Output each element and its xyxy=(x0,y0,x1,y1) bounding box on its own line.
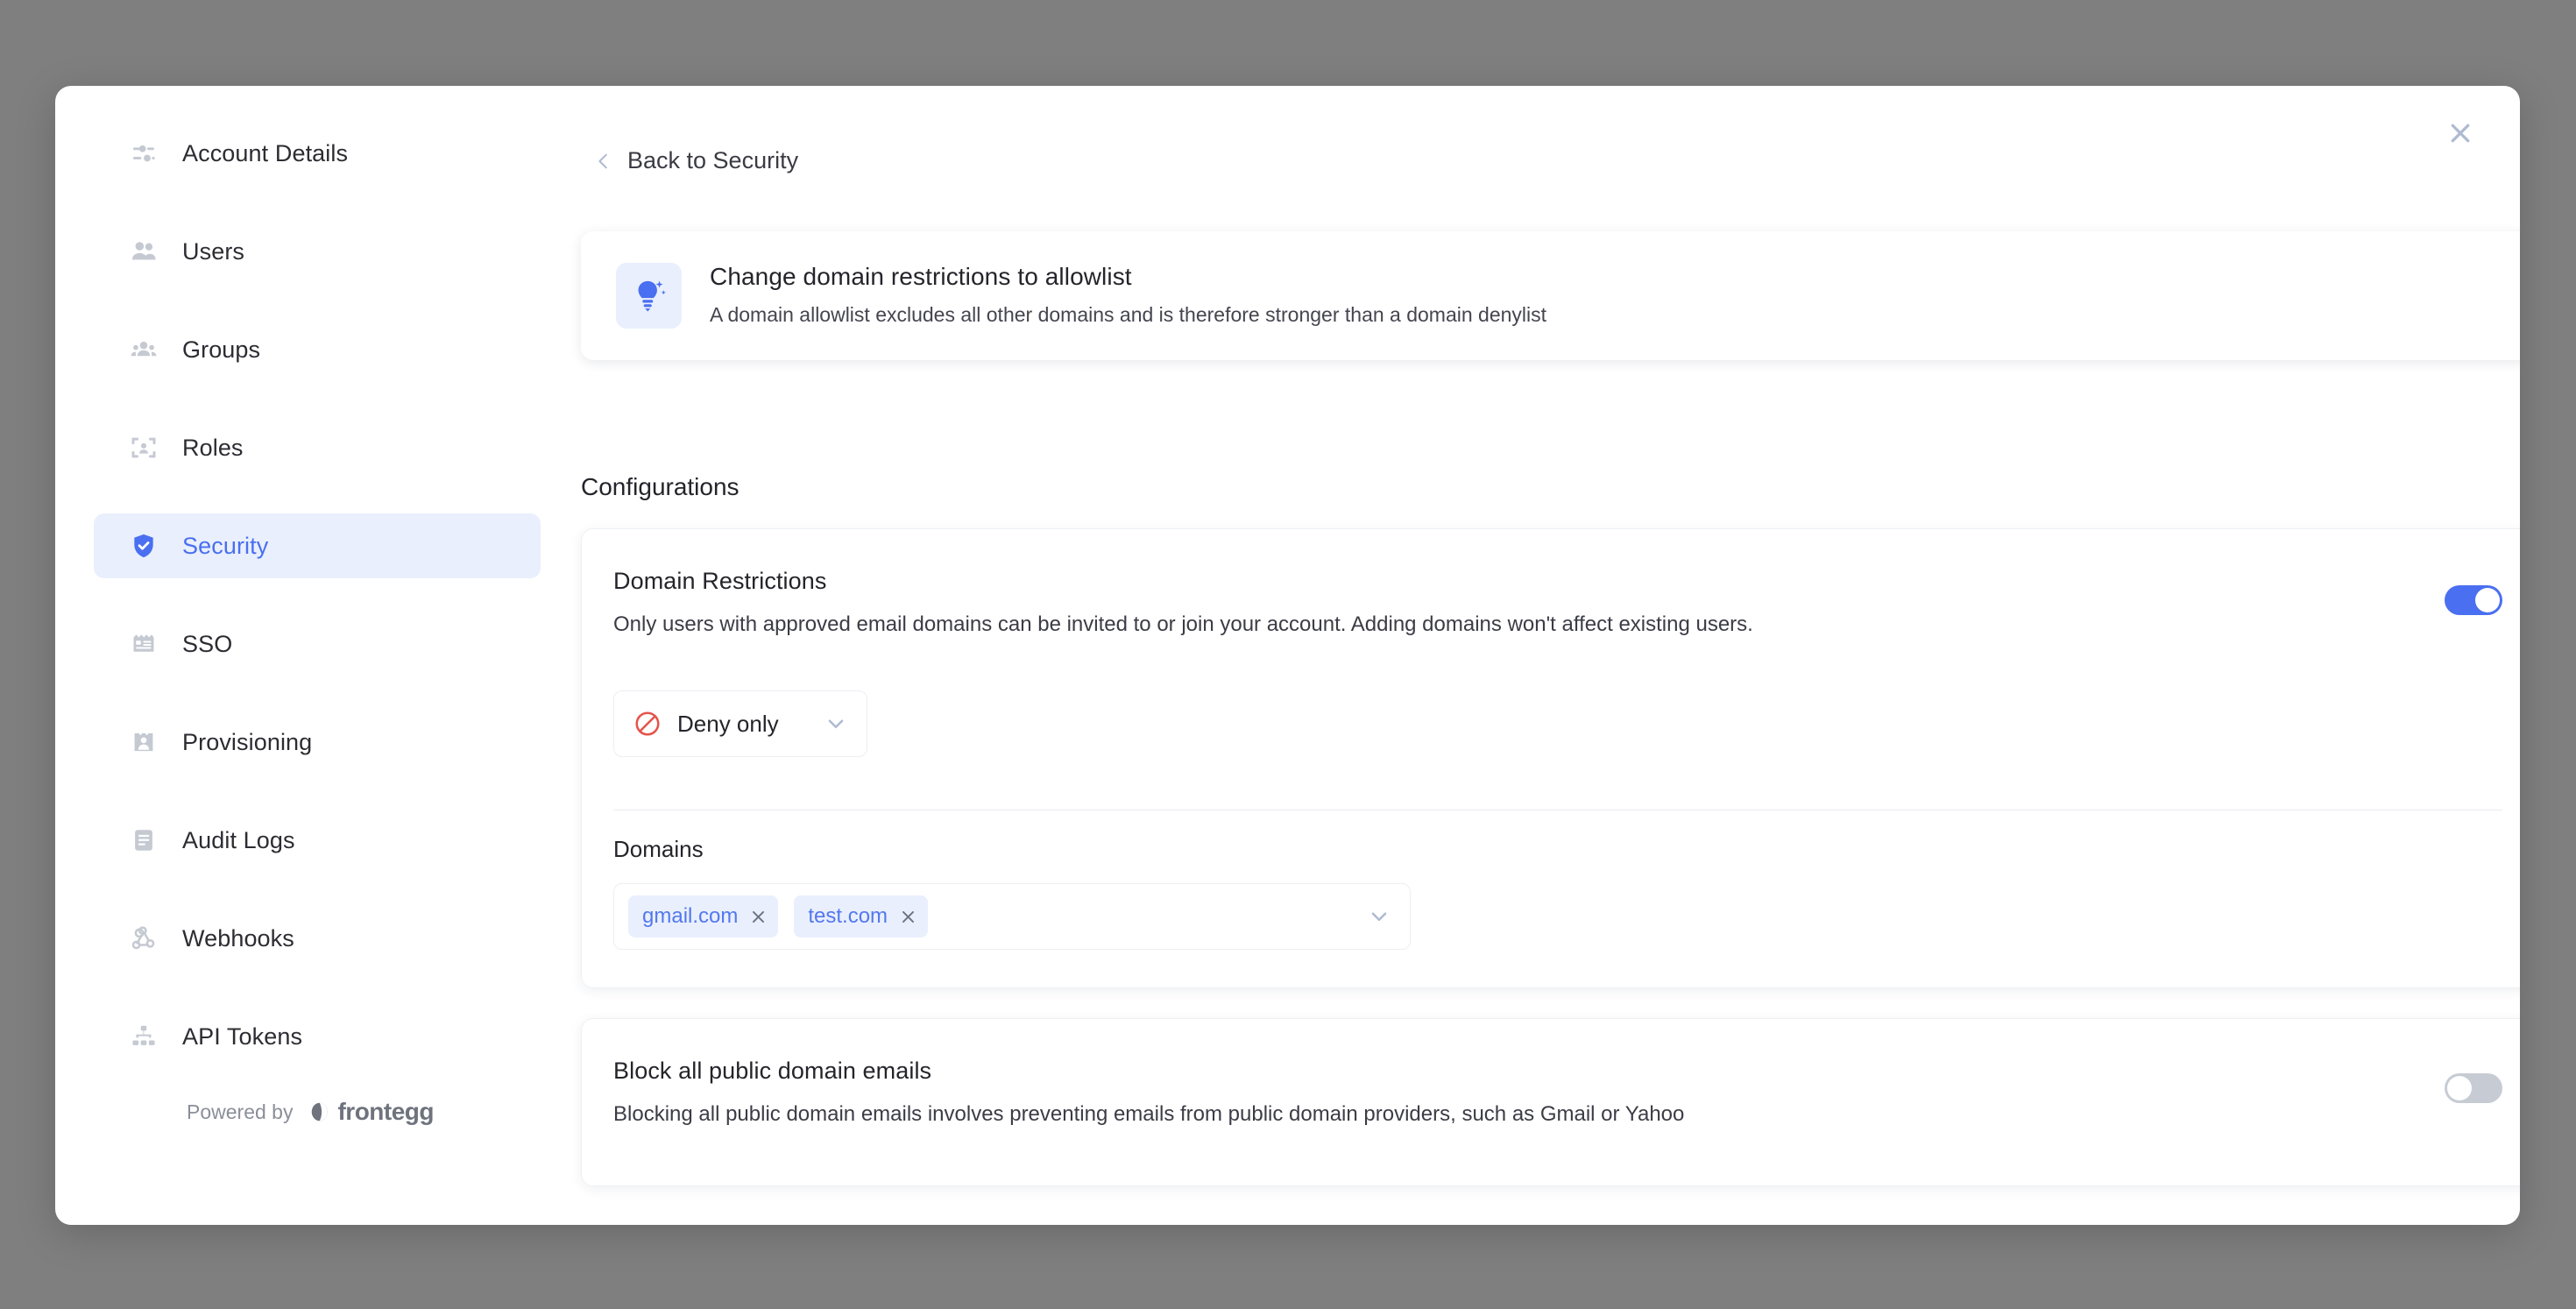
restriction-mode-select[interactable]: Deny only xyxy=(613,690,867,757)
domain-tag-label: test.com xyxy=(808,904,888,929)
close-x-icon[interactable] xyxy=(750,909,767,925)
tip-banner[interactable]: Change domain restrictions to allowlist … xyxy=(581,231,2520,360)
domains-tags-input[interactable]: gmail.com test.com xyxy=(613,883,1411,950)
domain-restrictions-title: Domain Restrictions xyxy=(613,568,2502,595)
back-link-label: Back to Security xyxy=(627,147,798,174)
domain-restrictions-card: Domain Restrictions Only users with appr… xyxy=(581,528,2520,988)
domain-restrictions-toggle[interactable] xyxy=(2445,585,2502,615)
lightbulb-sparkle-icon xyxy=(616,263,682,329)
chevron-down-icon xyxy=(824,712,847,735)
roles-scan-icon xyxy=(129,433,159,463)
settings-modal: Account Details Users Groups xyxy=(55,86,2520,1225)
domain-tag: test.com xyxy=(794,895,928,938)
id-card-icon xyxy=(129,629,159,659)
sidebar-item-label: Security xyxy=(182,533,268,560)
toggle-knob xyxy=(2447,1076,2472,1100)
block-public-title: Block all public domain emails xyxy=(613,1058,2502,1085)
sidebar-item-label: Roles xyxy=(182,435,244,462)
block-public-description: Blocking all public domain emails involv… xyxy=(613,1102,2502,1127)
restriction-mode-value: Deny only xyxy=(677,711,809,738)
domains-label: Domains xyxy=(613,836,704,863)
domains-chevron-down-icon[interactable] xyxy=(1368,905,1391,928)
frontegg-brand-name: frontegg xyxy=(337,1098,434,1126)
sidebar-item-label: SSO xyxy=(182,631,232,658)
provisioning-icon xyxy=(129,727,159,757)
sidebar-item-label: Webhooks xyxy=(182,925,294,952)
sidebar-item-groups[interactable]: Groups xyxy=(94,317,541,382)
powered-by-footer: Powered by frontegg xyxy=(187,1098,434,1126)
frontegg-logo-icon xyxy=(308,1099,334,1125)
sidebar-item-label: API Tokens xyxy=(182,1023,302,1051)
sidebar-item-audit-logs[interactable]: Audit Logs xyxy=(94,808,541,873)
banner-subtitle: A domain allowlist excludes all other do… xyxy=(710,303,1546,327)
sidebar-item-label: Provisioning xyxy=(182,729,312,756)
banner-title: Change domain restrictions to allowlist xyxy=(710,263,1546,291)
sidebar-item-account-details[interactable]: Account Details xyxy=(94,121,541,186)
block-public-toggle[interactable] xyxy=(2445,1073,2502,1103)
sliders-icon xyxy=(129,138,159,168)
sidebar-item-label: Audit Logs xyxy=(182,827,295,854)
shield-check-icon xyxy=(129,531,159,561)
sidebar-item-provisioning[interactable]: Provisioning xyxy=(94,710,541,775)
document-lines-icon xyxy=(129,825,159,855)
sidebar-item-sso[interactable]: SSO xyxy=(94,612,541,676)
chevron-left-icon xyxy=(594,152,613,171)
sidebar-item-label: Groups xyxy=(182,336,260,364)
sidebar-item-webhooks[interactable]: Webhooks xyxy=(94,906,541,971)
api-tokens-icon xyxy=(129,1022,159,1051)
frontegg-brand: frontegg xyxy=(308,1098,434,1126)
sidebar-item-roles[interactable]: Roles xyxy=(94,415,541,480)
main-content: Back to Security Change domain restricti… xyxy=(581,86,2520,1225)
domain-tag: gmail.com xyxy=(628,895,778,938)
sidebar-item-users[interactable]: Users xyxy=(94,219,541,284)
close-x-icon[interactable] xyxy=(900,909,916,925)
domain-tag-label: gmail.com xyxy=(642,904,738,929)
users-icon xyxy=(129,237,159,266)
sidebar-item-security[interactable]: Security xyxy=(94,513,541,578)
groups-icon xyxy=(129,335,159,364)
domain-restrictions-description: Only users with approved email domains c… xyxy=(613,612,2502,637)
no-entry-icon xyxy=(633,710,662,738)
configurations-heading: Configurations xyxy=(581,473,740,501)
sidebar: Account Details Users Groups xyxy=(55,86,581,1225)
toggle-knob xyxy=(2475,588,2500,612)
sidebar-item-api-tokens[interactable]: API Tokens xyxy=(94,1004,541,1069)
block-public-domains-card: Block all public domain emails Blocking … xyxy=(581,1018,2520,1186)
powered-by-text: Powered by xyxy=(187,1100,293,1124)
sidebar-item-label: Users xyxy=(182,238,244,265)
webhook-icon xyxy=(129,923,159,953)
sidebar-item-label: Account Details xyxy=(182,140,348,167)
back-to-security-link[interactable]: Back to Security xyxy=(594,147,798,174)
